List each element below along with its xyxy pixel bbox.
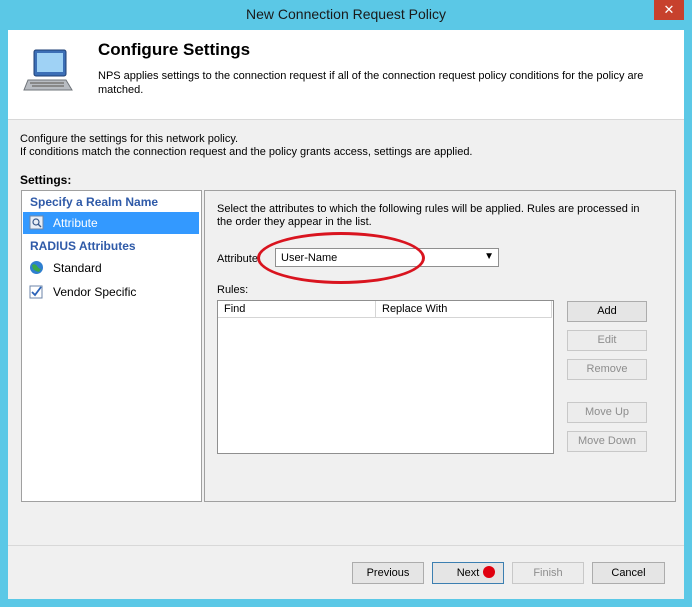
nav-item-vendor-specific[interactable]: Vendor Specific xyxy=(23,281,199,303)
move-down-button[interactable]: Move Down xyxy=(567,431,647,452)
title-bar: New Connection Request Policy ✕ xyxy=(0,0,692,30)
annotation-dot xyxy=(483,566,495,578)
computer-monitor-icon xyxy=(23,49,73,91)
page-title: Configure Settings xyxy=(98,40,251,59)
chevron-down-icon: ▼ xyxy=(484,251,494,262)
nav-item-label: Standard xyxy=(53,261,102,275)
settings-label: Settings: xyxy=(20,173,72,187)
nav-item-attribute[interactable]: Attribute xyxy=(23,212,199,234)
nav-item-label: Attribute xyxy=(53,216,98,230)
intro-text: Configure the settings for this network … xyxy=(20,133,473,159)
nav-item-standard[interactable]: Standard xyxy=(23,257,199,279)
previous-button[interactable]: Previous xyxy=(352,562,424,584)
next-button-label: Next xyxy=(456,567,480,579)
footer-divider xyxy=(8,545,684,546)
attribute-label: Attribute: xyxy=(217,253,262,265)
attribute-icon xyxy=(29,215,44,230)
rules-list[interactable]: Find Replace With xyxy=(217,300,554,454)
annotation-circle xyxy=(257,232,425,284)
page-description: NPS applies settings to the connection r… xyxy=(98,70,644,96)
edit-button[interactable]: Edit xyxy=(567,330,647,351)
panel-instructions: Select the attributes to which the follo… xyxy=(217,203,640,228)
settings-panel: Select the attributes to which the follo… xyxy=(204,190,676,502)
rules-label: Rules: xyxy=(217,284,249,296)
intro-line-1: Configure the settings for this network … xyxy=(20,133,239,145)
add-button[interactable]: Add xyxy=(567,301,647,322)
nav-group-realm: Specify a Realm Name xyxy=(30,195,159,209)
move-up-button[interactable]: Move Up xyxy=(567,402,647,423)
settings-nav: Specify a Realm Name Attribute RADIUS At… xyxy=(21,190,202,502)
wizard-body: Configure Settings NPS applies settings … xyxy=(8,30,684,599)
close-button[interactable]: ✕ xyxy=(654,0,684,20)
wizard-header: Configure Settings NPS applies settings … xyxy=(8,30,684,120)
cancel-button[interactable]: Cancel xyxy=(592,562,665,584)
finish-button[interactable]: Finish xyxy=(512,562,584,584)
globe-icon xyxy=(30,261,43,274)
column-header-find[interactable]: Find xyxy=(218,301,376,318)
nav-item-label: Vendor Specific xyxy=(53,285,137,299)
remove-button[interactable]: Remove xyxy=(567,359,647,380)
column-header-replace-with[interactable]: Replace With xyxy=(376,301,552,318)
window-title: New Connection Request Policy xyxy=(246,6,446,22)
nav-group-radius: RADIUS Attributes xyxy=(30,239,136,253)
intro-line-2: If conditions match the connection reque… xyxy=(20,146,473,158)
checklist-icon xyxy=(29,285,43,299)
